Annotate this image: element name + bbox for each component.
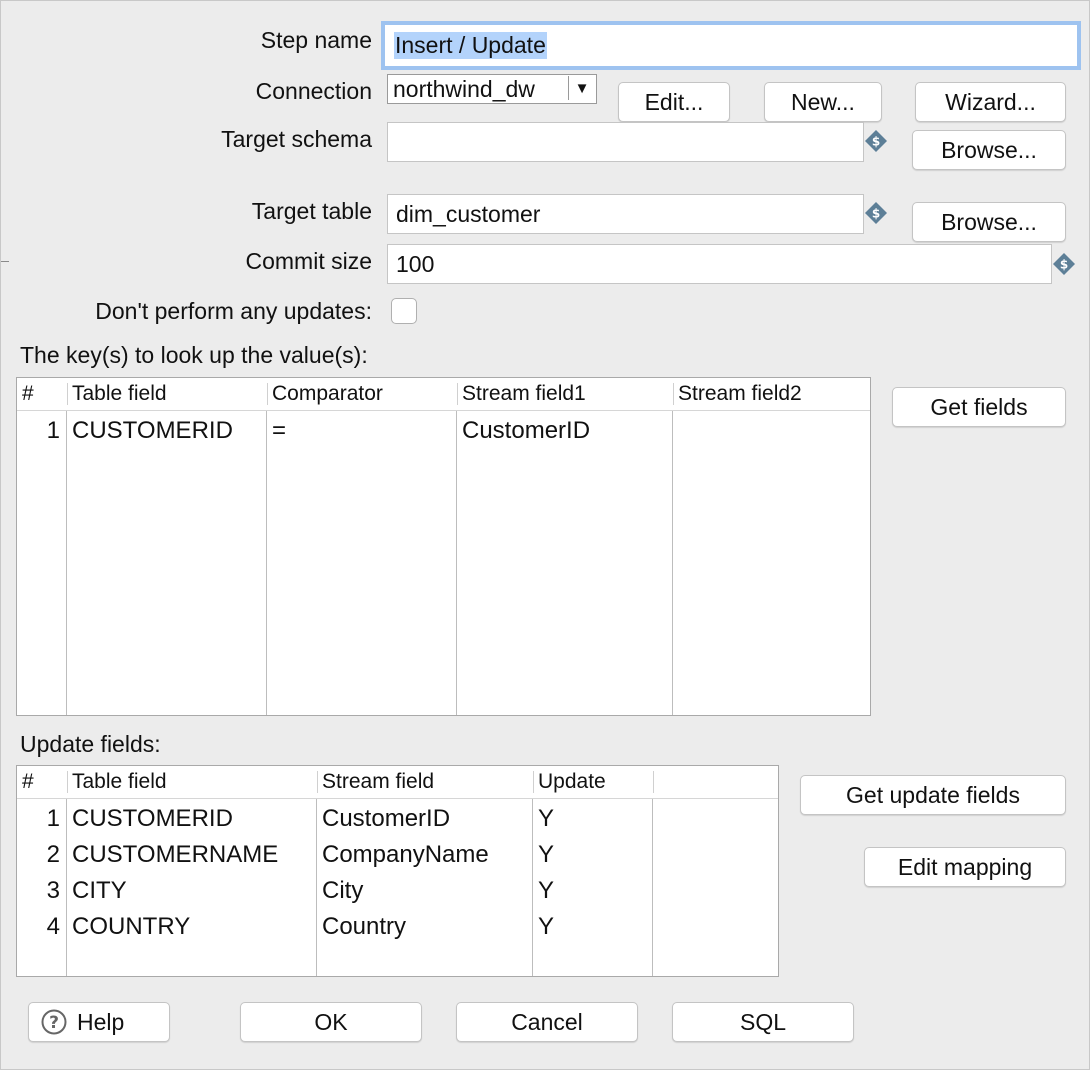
row-number: 2 — [46, 841, 60, 868]
row-number: 3 — [46, 877, 60, 904]
update-fields-table[interactable]: # Table field Stream field Update 1 CUST… — [16, 765, 779, 977]
wizard-button[interactable]: Wizard... — [915, 82, 1066, 122]
keys-header-table-field[interactable]: Table field — [67, 378, 267, 410]
browse-schema-button[interactable]: Browse... — [912, 130, 1066, 170]
help-button[interactable]: ? Help — [28, 1002, 170, 1042]
connection-select[interactable]: northwind_dw ▼ — [387, 74, 597, 104]
help-button-label: Help — [77, 1008, 125, 1035]
update-table-header: # Table field Stream field Update — [17, 766, 778, 799]
update-flag-cell[interactable]: Y — [538, 873, 554, 909]
row-number: 1 — [46, 805, 60, 832]
variable-icon[interactable]: $ — [865, 202, 887, 224]
svg-text:?: ? — [49, 1013, 59, 1033]
target-schema-input[interactable] — [387, 122, 864, 162]
stream-field-cell[interactable]: CustomerID — [322, 801, 450, 837]
keys-table-header: # Table field Comparator Stream field1 S… — [17, 378, 870, 411]
variable-icon[interactable]: $ — [1053, 253, 1075, 275]
keys-header-stream-field2[interactable]: Stream field2 — [673, 378, 871, 410]
update-header-update[interactable]: Update — [533, 766, 653, 798]
update-header-num: # — [22, 770, 34, 793]
left-edge-line — [1, 261, 9, 262]
keys-section-title: The key(s) to look up the value(s): — [20, 342, 368, 368]
update-flag-cell[interactable]: Y — [538, 801, 554, 837]
browse-table-button[interactable]: Browse... — [912, 202, 1066, 242]
update-header-stream-field[interactable]: Stream field — [317, 766, 533, 798]
chevron-down-icon[interactable]: ▼ — [568, 76, 595, 100]
edit-mapping-button[interactable]: Edit mapping — [864, 847, 1066, 887]
keys-header-stream-field1[interactable]: Stream field1 — [457, 378, 673, 410]
connection-value: northwind_dw — [393, 75, 535, 102]
update-flag-cell[interactable]: Y — [538, 837, 554, 873]
connection-label: Connection — [255, 78, 372, 104]
edit-connection-button[interactable]: Edit... — [618, 82, 730, 122]
variable-icon[interactable]: $ — [865, 130, 887, 152]
update-flag-cell[interactable]: Y — [538, 909, 554, 945]
get-update-fields-button[interactable]: Get update fields — [800, 775, 1066, 815]
target-table-input[interactable]: dim_customer — [387, 194, 864, 234]
stream-field-cell[interactable]: CompanyName — [322, 837, 489, 873]
stream-field-cell[interactable]: City — [322, 873, 363, 909]
keys-header-num: # — [22, 382, 34, 405]
commit-size-label: Commit size — [245, 248, 372, 274]
no-updates-checkbox[interactable] — [391, 298, 417, 324]
help-icon: ? — [41, 1009, 67, 1035]
step-name-label: Step name — [260, 27, 372, 53]
stream-field-cell[interactable]: Country — [322, 909, 406, 945]
keys-table[interactable]: # Table field Comparator Stream field1 S… — [16, 377, 871, 716]
no-updates-label: Don't perform any updates: — [95, 298, 372, 324]
step-name-input[interactable]: Insert / Update — [381, 21, 1081, 70]
new-connection-button[interactable]: New... — [764, 82, 882, 122]
sql-button[interactable]: SQL — [672, 1002, 854, 1042]
table-field-cell[interactable]: CUSTOMERID — [72, 801, 233, 837]
cancel-button[interactable]: Cancel — [456, 1002, 638, 1042]
svg-text:$: $ — [1060, 258, 1068, 272]
row-number: 4 — [46, 913, 60, 940]
comparator-cell[interactable]: = — [272, 413, 286, 449]
insert-update-dialog: Step name Insert / Update Connection nor… — [0, 0, 1090, 1070]
step-name-value: Insert / Update — [394, 32, 547, 59]
table-field-cell[interactable]: COUNTRY — [72, 909, 190, 945]
update-section-title: Update fields: — [20, 731, 161, 757]
table-field-cell[interactable]: CUSTOMERNAME — [72, 837, 278, 873]
update-header-table-field[interactable]: Table field — [67, 766, 317, 798]
keys-header-comparator[interactable]: Comparator — [267, 378, 457, 410]
stream-field1-cell[interactable]: CustomerID — [462, 413, 590, 449]
get-fields-button[interactable]: Get fields — [892, 387, 1066, 427]
ok-button[interactable]: OK — [240, 1002, 422, 1042]
table-field-cell[interactable]: CITY — [72, 873, 127, 909]
target-schema-label: Target schema — [221, 126, 372, 152]
commit-size-input[interactable]: 100 — [387, 244, 1052, 284]
table-field-cell[interactable]: CUSTOMERID — [72, 413, 233, 449]
row-number: 1 — [46, 417, 60, 444]
svg-text:$: $ — [872, 207, 880, 221]
svg-text:$: $ — [872, 135, 880, 149]
target-table-label: Target table — [251, 198, 372, 224]
